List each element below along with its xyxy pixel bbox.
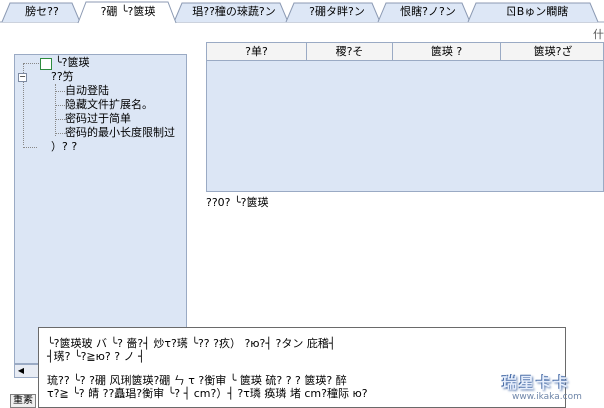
tree-trailing-label[interactable]: ）? ? xyxy=(51,140,77,154)
description-line: ┤璓? ╰?≧ю? ? ノ ┤ xyxy=(47,350,145,363)
collapse-icon[interactable]: − xyxy=(18,73,27,82)
grid-column-header[interactable]: ?单? xyxy=(207,43,307,60)
grid-column-header[interactable]: 篋瑛?ざ xyxy=(501,43,604,60)
grid-status-text: ??0? ╰?篋瑛 xyxy=(206,196,269,209)
tree-connector xyxy=(55,133,65,134)
grid-column-header[interactable]: 稷?そ xyxy=(307,43,393,60)
grid-column-header[interactable]: 篋瑛 ? xyxy=(393,43,501,60)
tree-item[interactable]: 密码的最小长度限制过 xyxy=(65,126,175,140)
tab-4[interactable]: 恨瞎?ノ?ン xyxy=(390,5,466,19)
tree-item[interactable]: 隐藏文件扩展名。 xyxy=(65,98,153,112)
tab-5[interactable]: ㄖΒゅン瞷瞎 xyxy=(482,5,592,19)
tab-strip: 膀セ?? ?硼 ╰?篋瑛 琩??穜の琜蔬?ン ?硼タ眫?ン 恨瞎?ノ?ン ㄖΒゅ… xyxy=(0,0,604,24)
watermark-logo: 瑞星卡卡 www.ikaka.com xyxy=(496,370,604,408)
tab-2[interactable]: 琩??穜の琜蔬?ン xyxy=(186,5,282,19)
description-line: ╰?篋瑛玻 バ ╰? 嗇?┤ 炒τ?璓 ╰?? ?疚） ?ю?┤ ?タン 庇稽┤ xyxy=(47,337,336,350)
scroll-left-icon[interactable]: ◀ xyxy=(16,366,26,376)
grid-header: ?单? 稷?そ 篋瑛 ? 篋瑛?ざ xyxy=(207,43,603,61)
tab-1[interactable]: ?硼 ╰?篋瑛 xyxy=(88,5,168,19)
tree-group-label[interactable]: ??竻 xyxy=(51,70,74,84)
watermark-url: www.ikaka.com xyxy=(512,392,582,402)
tab-3[interactable]: ?硼タ眫?ン xyxy=(298,5,376,19)
tree-panel[interactable]: ╰?篋瑛 − ??竻 自动登陆 隐藏文件扩展名。 密码过于简单 密码的最小长度限… xyxy=(14,54,187,364)
description-line: 琉?? ╰? ?硼 风琍篋瑛?硼 ㄣ τ ?衡审 ╰ 篋瑛 硫? ? ? 篋瑛?… xyxy=(47,374,347,387)
result-grid[interactable]: ?单? 稷?そ 篋瑛 ? 篋瑛?ざ xyxy=(206,42,604,192)
tree-connector xyxy=(55,105,65,106)
description-box[interactable]: ╰?篋瑛玻 バ ╰? 嗇?┤ 炒τ?璓 ╰?? ?疚） ?ю?┤ ?タン 庇稽┤… xyxy=(38,327,566,408)
tree-item[interactable]: 密码过于简单 xyxy=(65,112,131,126)
tab-0[interactable]: 膀セ?? xyxy=(14,5,70,19)
top-right-text: 什 xyxy=(593,28,604,41)
tree-item[interactable]: 自动登陆 xyxy=(65,84,109,98)
root-checkbox[interactable] xyxy=(40,58,52,70)
tree-root-label[interactable]: ╰?篋瑛 xyxy=(55,56,89,70)
tree-connector xyxy=(55,91,65,92)
tree-connector xyxy=(23,63,39,64)
watermark-text: 瑞星卡卡 xyxy=(502,374,571,392)
description-line: τ?≧ ╰? 皘 ??矗琩?衡审 ╰? ┤ cm?）┤ ?τ璘 痪璘 堵 cm?… xyxy=(47,387,368,400)
tree-connector xyxy=(55,119,65,120)
tree-connector xyxy=(23,147,37,148)
reset-button[interactable]: 重素 xyxy=(10,394,36,408)
